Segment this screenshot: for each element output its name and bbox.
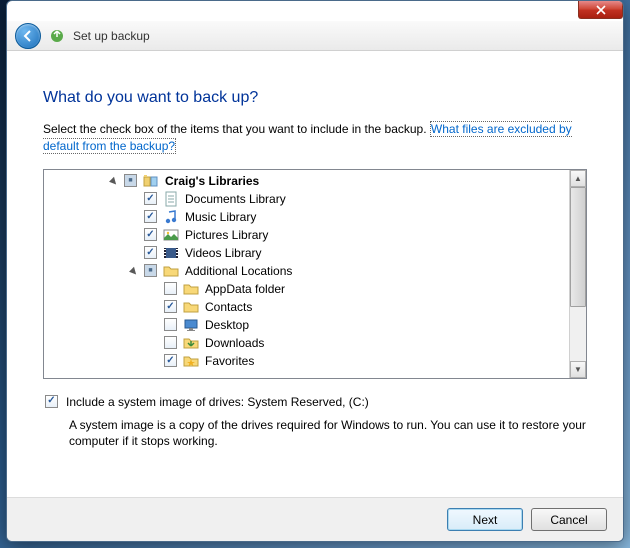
- next-button[interactable]: Next: [447, 508, 523, 531]
- expander-spacer: [128, 247, 140, 259]
- close-button[interactable]: [578, 1, 623, 19]
- folder-icon: [183, 299, 199, 315]
- tree-checkbox[interactable]: [144, 246, 157, 259]
- expander-spacer: [148, 301, 160, 313]
- tree-box: Craig's Libraries Documents Library Music …: [43, 169, 587, 379]
- tree-checkbox[interactable]: [144, 192, 157, 205]
- close-icon: [596, 5, 606, 15]
- tree-row[interactable]: Desktop: [44, 316, 569, 334]
- tree-row[interactable]: AppData folder: [44, 280, 569, 298]
- tree-list[interactable]: Craig's Libraries Documents Library Music …: [44, 170, 569, 378]
- tree-checkbox[interactable]: [164, 300, 177, 313]
- tree-checkbox[interactable]: [124, 174, 137, 187]
- tree-item-label: Contacts: [203, 300, 252, 314]
- tree-item-label: Desktop: [203, 318, 249, 332]
- tree-checkbox[interactable]: [164, 318, 177, 331]
- expander-collapse-icon[interactable]: [126, 262, 143, 279]
- backup-app-icon: [49, 28, 65, 44]
- expander-spacer: [128, 211, 140, 223]
- desktop-icon: [183, 317, 199, 333]
- expander-spacer: [128, 193, 140, 205]
- scrollbar[interactable]: ▲ ▼: [569, 170, 586, 378]
- tree-row[interactable]: Downloads: [44, 334, 569, 352]
- tree-item-label: Downloads: [203, 336, 264, 350]
- system-image-checkbox[interactable]: [45, 395, 58, 408]
- tree-row[interactable]: Craig's Libraries: [44, 172, 569, 190]
- tree-checkbox[interactable]: [144, 228, 157, 241]
- expander-spacer: [128, 229, 140, 241]
- window: Set up backup What do you want to back u…: [6, 0, 624, 542]
- back-button[interactable]: [15, 23, 41, 49]
- page-heading: What do you want to back up?: [43, 89, 587, 107]
- content-area: What do you want to back up? Select the …: [7, 51, 623, 450]
- cancel-button[interactable]: Cancel: [531, 508, 607, 531]
- folder-icon: [183, 281, 199, 297]
- expander-spacer: [148, 283, 160, 295]
- instruction-text: Select the check box of the items that y…: [43, 121, 587, 155]
- scroll-thumb[interactable]: [570, 187, 586, 307]
- music-icon: [163, 209, 179, 225]
- tree-checkbox[interactable]: [164, 336, 177, 349]
- pic-icon: [163, 227, 179, 243]
- scroll-up-button[interactable]: ▲: [570, 170, 586, 187]
- tree-checkbox[interactable]: [144, 210, 157, 223]
- tree-row[interactable]: Documents Library: [44, 190, 569, 208]
- tree-row[interactable]: Pictures Library: [44, 226, 569, 244]
- fav-icon: [183, 353, 199, 369]
- expander-spacer: [148, 337, 160, 349]
- libraries-icon: [143, 173, 159, 189]
- instruction-label: Select the check box of the items that y…: [43, 122, 430, 136]
- tree-item-label: Videos Library: [183, 246, 262, 260]
- tree-item-label: Additional Locations: [183, 264, 292, 278]
- tree-checkbox[interactable]: [164, 282, 177, 295]
- tree-item-label: AppData folder: [203, 282, 285, 296]
- folder-icon: [163, 263, 179, 279]
- expander-collapse-icon[interactable]: [106, 172, 123, 189]
- tree-item-label: Favorites: [203, 354, 254, 368]
- tree-row[interactable]: Additional Locations: [44, 262, 569, 280]
- video-icon: [163, 245, 179, 261]
- tree-row[interactable]: Contacts: [44, 298, 569, 316]
- tree-checkbox[interactable]: [144, 264, 157, 277]
- system-image-description: A system image is a copy of the drives r…: [69, 417, 587, 451]
- expander-spacer: [148, 355, 160, 367]
- system-image-label: Include a system image of drives: System…: [66, 395, 369, 409]
- nav-title: Set up backup: [73, 29, 150, 43]
- tree-row[interactable]: Music Library: [44, 208, 569, 226]
- tree-row[interactable]: Favorites: [44, 352, 569, 370]
- tree-checkbox[interactable]: [164, 354, 177, 367]
- footer: Next Cancel: [7, 497, 623, 541]
- tree-item-label: Craig's Libraries: [163, 174, 259, 188]
- navbar: Set up backup: [7, 21, 623, 51]
- scroll-track[interactable]: [570, 187, 586, 361]
- tree-item-label: Documents Library: [183, 192, 286, 206]
- scroll-down-button[interactable]: ▼: [570, 361, 586, 378]
- system-image-row: Include a system image of drives: System…: [43, 395, 587, 409]
- doc-icon: [163, 191, 179, 207]
- downloads-icon: [183, 335, 199, 351]
- titlebar: [7, 1, 623, 21]
- expander-spacer: [148, 319, 160, 331]
- tree-item-label: Music Library: [183, 210, 256, 224]
- tree-row[interactable]: Videos Library: [44, 244, 569, 262]
- back-arrow-icon: [21, 29, 35, 43]
- tree-item-label: Pictures Library: [183, 228, 268, 242]
